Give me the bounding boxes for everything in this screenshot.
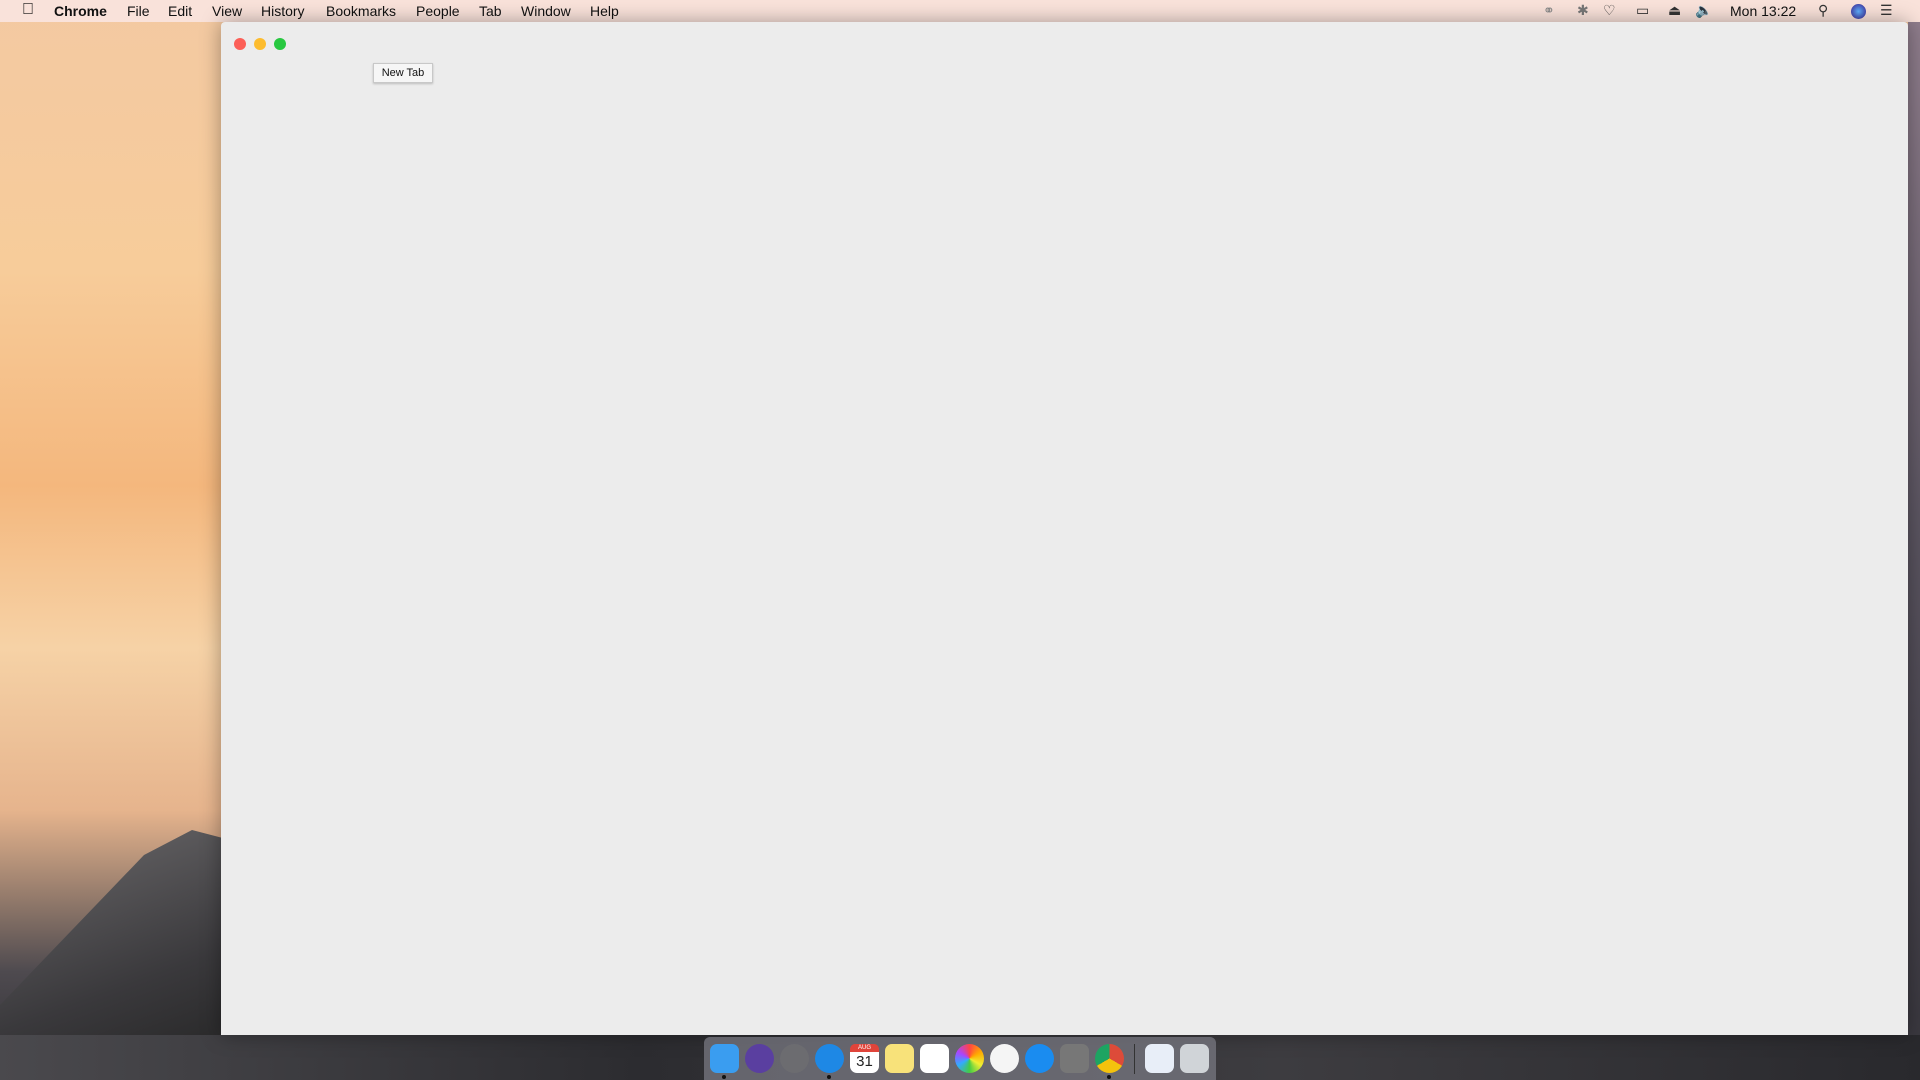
dock-finder-icon[interactable] (710, 1044, 739, 1079)
eject-icon[interactable]: ⏏ (1668, 2, 1681, 19)
minimize-button[interactable] (254, 38, 266, 50)
dock: AUG 31 (704, 1037, 1216, 1080)
menu-edit[interactable]: Edit (168, 3, 192, 19)
dock-chrome-icon[interactable] (1095, 1044, 1124, 1079)
dock-system-preferences-icon[interactable] (1060, 1044, 1089, 1073)
zoom-button[interactable] (274, 38, 286, 50)
apple-icon[interactable]:  (22, 1, 34, 19)
dock-reminders-icon[interactable] (920, 1044, 949, 1073)
dock-trash-icon[interactable] (1180, 1044, 1209, 1073)
notification-center-icon[interactable]: ☰ (1880, 2, 1893, 19)
dock-siri-icon[interactable] (745, 1044, 774, 1073)
menu-view[interactable]: View (212, 3, 242, 19)
menu-window[interactable]: Window (521, 3, 571, 19)
calendar-month: AUG (850, 1044, 879, 1052)
menu-file[interactable]: File (127, 3, 150, 19)
running-indicator (722, 1075, 726, 1079)
clock[interactable]: Mon 13:22 (1730, 3, 1796, 19)
dock-notes-icon[interactable] (885, 1044, 914, 1073)
siri-icon[interactable] (1851, 4, 1866, 19)
bluetooth-icon[interactable]: ✱ (1577, 2, 1589, 19)
menu-bookmarks[interactable]: Bookmarks (326, 3, 396, 19)
calendar-day: 31 (856, 1053, 873, 1070)
running-indicator (1107, 1075, 1111, 1079)
creative-cloud-icon[interactable]: ⚭ (1543, 2, 1555, 19)
dock-photos-icon[interactable] (955, 1044, 984, 1073)
dock-launchpad-icon[interactable] (780, 1044, 809, 1073)
menu-history[interactable]: History (261, 3, 305, 19)
menu-help[interactable]: Help (590, 3, 619, 19)
running-indicator (827, 1075, 831, 1079)
wifi-icon[interactable]: ♡ (1603, 2, 1616, 19)
menu-app-name[interactable]: Chrome (54, 3, 107, 19)
new-tab-tooltip: New Tab (373, 63, 433, 83)
dock-app-store-icon[interactable] (1025, 1044, 1054, 1073)
dock-safari-icon[interactable] (815, 1044, 844, 1079)
dock-calendar-icon[interactable]: AUG 31 (850, 1044, 879, 1073)
menu-people[interactable]: People (416, 3, 460, 19)
dock-separator (1134, 1043, 1135, 1074)
volume-icon[interactable]: 🔈 (1695, 2, 1712, 19)
wallpaper-edge (1908, 22, 1920, 1035)
dock-safari-window-thumbnail-icon[interactable] (1145, 1044, 1174, 1073)
airplay-icon[interactable]: ▭ (1636, 2, 1649, 19)
chrome-window (221, 22, 1908, 1035)
close-button[interactable] (234, 38, 246, 50)
menu-bar:  Chrome File Edit View History Bookmark… (0, 0, 1920, 22)
dock-itunes-icon[interactable] (990, 1044, 1019, 1073)
menu-tab[interactable]: Tab (479, 3, 502, 19)
spotlight-icon[interactable]: ⚲ (1818, 2, 1828, 19)
